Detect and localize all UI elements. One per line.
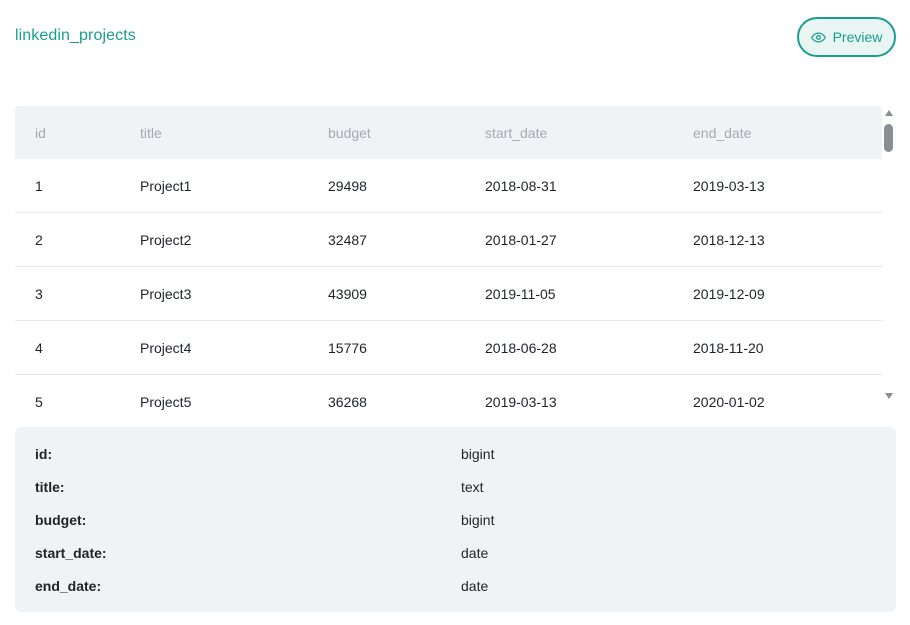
table-row[interactable]: 1 Project1 29498 2018-08-31 2019-03-13: [15, 159, 882, 213]
cell-end-date: 2019-12-09: [693, 285, 765, 302]
column-header-title[interactable]: title: [140, 106, 162, 159]
cell-title: Project2: [140, 231, 192, 248]
table-row[interactable]: 4 Project4 15776 2018-06-28 2018-11-20: [15, 321, 882, 375]
schema-field-name: budget:: [35, 511, 87, 528]
table-header: linkedin_projects Preview: [0, 0, 910, 80]
cell-end-date: 2018-11-20: [693, 339, 764, 356]
grid-header-row: id title budget start_date end_date: [15, 106, 882, 159]
cell-budget: 15776: [328, 339, 367, 356]
column-header-id[interactable]: id: [35, 106, 46, 159]
cell-budget: 43909: [328, 285, 367, 302]
schema-field-name: end_date:: [35, 577, 102, 594]
cell-id: 1: [35, 177, 43, 194]
schema-field-name: title:: [35, 478, 65, 495]
schema-field-row: end_date: date: [15, 569, 896, 602]
schema-field-type: date: [461, 577, 489, 594]
schema-field-name: start_date:: [35, 544, 107, 561]
schema-field-row: budget: bigint: [15, 503, 896, 536]
schema-field-row: title: text: [15, 470, 896, 503]
cell-id: 4: [35, 339, 43, 356]
schema-panel: id: bigint title: text budget: bigint st…: [15, 427, 896, 612]
schema-field-row: id: bigint: [15, 437, 896, 470]
cell-budget: 29498: [328, 177, 367, 194]
eye-icon: [810, 30, 826, 45]
cell-id: 5: [35, 393, 43, 410]
cell-title: Project5: [140, 393, 192, 410]
scroll-down-arrow-icon[interactable]: [885, 393, 893, 399]
cell-start-date: 2019-11-05: [485, 285, 556, 302]
grid-scrollbar[interactable]: [882, 106, 896, 406]
cell-title: Project1: [140, 177, 192, 194]
cell-end-date: 2019-03-13: [693, 177, 765, 194]
table-row[interactable]: 2 Project2 32487 2018-01-27 2018-12-13: [15, 213, 882, 267]
column-header-end-date[interactable]: end_date: [693, 106, 751, 159]
cell-start-date: 2018-01-27: [485, 231, 557, 248]
cell-start-date: 2019-03-13: [485, 393, 557, 410]
table-row[interactable]: 5 Project5 36268 2019-03-13 2020-01-02: [15, 375, 882, 426]
cell-end-date: 2018-12-13: [693, 231, 765, 248]
cell-start-date: 2018-08-31: [485, 177, 557, 194]
schema-field-type: text: [461, 478, 484, 495]
cell-title: Project4: [140, 339, 192, 356]
cell-title: Project3: [140, 285, 192, 302]
cell-id: 3: [35, 285, 43, 302]
scrollbar-thumb[interactable]: [884, 124, 893, 152]
column-header-budget[interactable]: budget: [328, 106, 371, 159]
table-row[interactable]: 3 Project3 43909 2019-11-05 2019-12-09: [15, 267, 882, 321]
schema-field-row: start_date: date: [15, 536, 896, 569]
column-header-start-date[interactable]: start_date: [485, 106, 547, 159]
cell-budget: 36268: [328, 393, 367, 410]
schema-field-type: date: [461, 544, 489, 561]
preview-button[interactable]: Preview: [797, 17, 896, 57]
data-grid: id title budget start_date end_date 1 Pr…: [15, 106, 882, 426]
cell-budget: 32487: [328, 231, 367, 248]
table-name: linkedin_projects: [15, 27, 136, 44]
schema-field-type: bigint: [461, 511, 495, 528]
preview-button-label: Preview: [832, 29, 883, 45]
cell-id: 2: [35, 231, 43, 248]
cell-end-date: 2020-01-02: [693, 393, 765, 410]
cell-start-date: 2018-06-28: [485, 339, 557, 356]
schema-field-type: bigint: [461, 445, 495, 462]
schema-field-name: id:: [35, 445, 53, 462]
scroll-up-arrow-icon[interactable]: [885, 110, 893, 116]
